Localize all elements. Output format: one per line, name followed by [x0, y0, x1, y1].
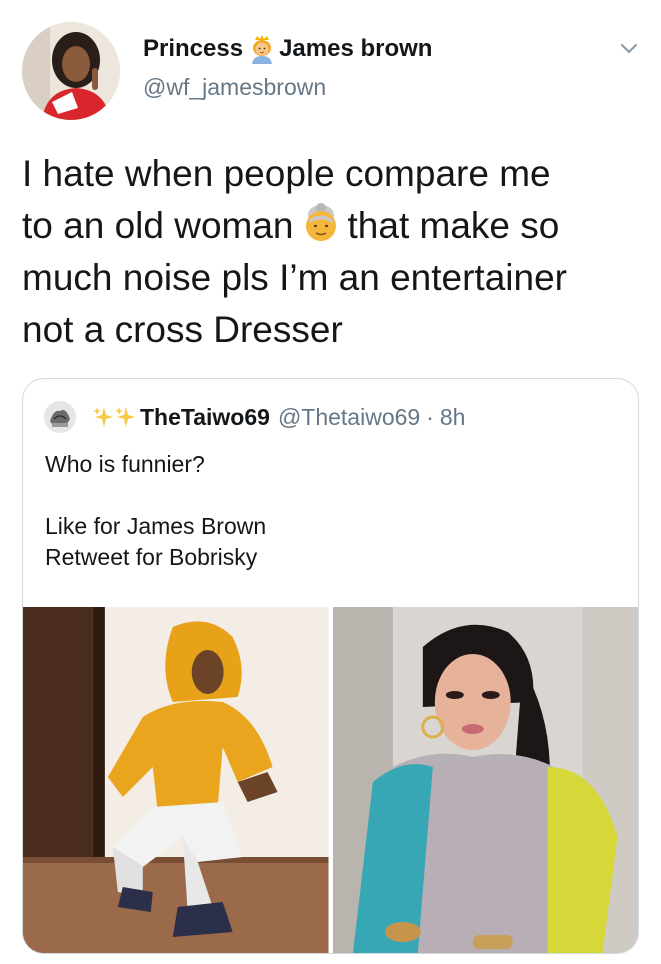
quoted-tweet-text: Who is funnier? Like for James Brown Ret…: [45, 449, 266, 573]
tweet-text-segment: that make so: [347, 205, 560, 246]
separator-dot: ·: [426, 403, 434, 430]
author-name-part2: James brown: [279, 35, 433, 62]
photo-person-yellow-hoodie[interactable]: [23, 607, 329, 953]
quoted-text-line: Who is funnier?: [45, 451, 205, 477]
quoted-text-line: Like for James Brown: [45, 513, 267, 539]
tweet-text-line: to an old woman that make so: [22, 200, 642, 252]
tweet-text-line: I hate when people compare me: [22, 153, 551, 194]
old-woman-emoji-icon: [300, 203, 342, 245]
princess-emoji-icon: [249, 34, 275, 64]
quoted-tweet-header: TheTaiwo69 @Thetaiwo69 · 8h: [44, 401, 465, 433]
quoted-media: [23, 607, 638, 953]
sparkles-icon: [92, 405, 136, 429]
tweet-header: Princess James brown @wf_jamesbrown: [143, 34, 432, 102]
author-avatar[interactable]: [22, 22, 120, 120]
author-display-name[interactable]: Princess James brown: [143, 34, 432, 64]
author-name-part1: Princess: [143, 35, 244, 62]
tweet-text-segment: to an old woman: [22, 205, 294, 246]
quoted-author-handle[interactable]: @Thetaiwo69: [278, 404, 420, 431]
quoted-author-name[interactable]: TheTaiwo69: [140, 404, 270, 431]
quoted-tweet[interactable]: TheTaiwo69 @Thetaiwo69 · 8h Who is funni…: [22, 378, 639, 954]
author-handle[interactable]: @wf_jamesbrown: [143, 72, 432, 102]
tweet-text-line: not a cross Dresser: [22, 309, 343, 350]
tweet-text: I hate when people compare me to an old …: [22, 148, 642, 356]
tweet-text-line: much noise pls I’m an entertainer: [22, 257, 567, 298]
quoted-timestamp[interactable]: 8h: [440, 404, 466, 431]
chevron-down-icon[interactable]: [619, 38, 639, 58]
quoted-text-line: Retweet for Bobrisky: [45, 544, 258, 570]
photo-person-long-hair[interactable]: [332, 607, 638, 953]
quoted-author-avatar[interactable]: [44, 401, 76, 433]
tweet[interactable]: Princess James brown @wf_jamesbrown I ha…: [0, 0, 661, 964]
